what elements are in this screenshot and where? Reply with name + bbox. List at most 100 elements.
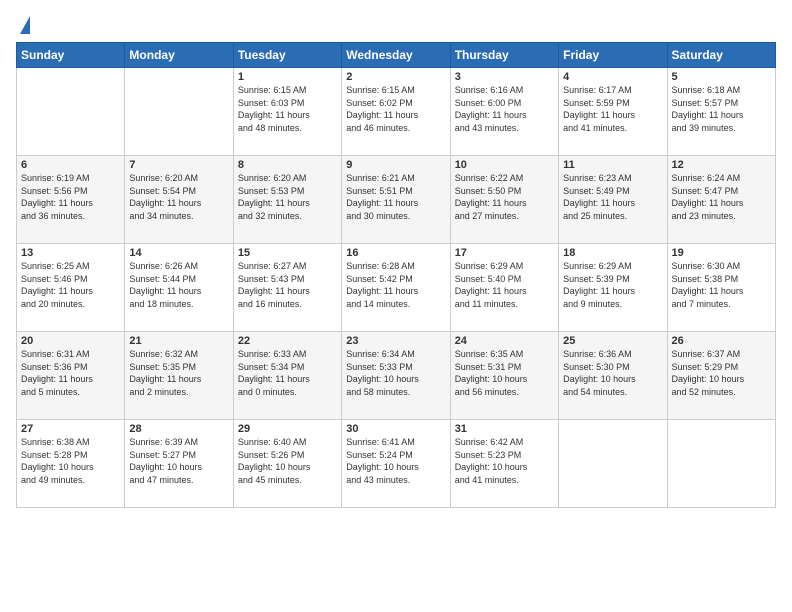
day-cell (667, 420, 775, 508)
day-cell (17, 68, 125, 156)
day-number: 21 (129, 335, 228, 347)
day-cell: 24Sunrise: 6:35 AM Sunset: 5:31 PM Dayli… (450, 332, 558, 420)
day-info: Sunrise: 6:18 AM Sunset: 5:57 PM Dayligh… (672, 84, 771, 134)
day-cell: 6Sunrise: 6:19 AM Sunset: 5:56 PM Daylig… (17, 156, 125, 244)
day-number: 7 (129, 159, 228, 171)
day-info: Sunrise: 6:29 AM Sunset: 5:40 PM Dayligh… (455, 260, 554, 310)
day-info: Sunrise: 6:34 AM Sunset: 5:33 PM Dayligh… (346, 348, 445, 398)
day-number: 5 (672, 71, 771, 83)
day-number: 30 (346, 423, 445, 435)
day-cell: 15Sunrise: 6:27 AM Sunset: 5:43 PM Dayli… (233, 244, 341, 332)
day-cell: 8Sunrise: 6:20 AM Sunset: 5:53 PM Daylig… (233, 156, 341, 244)
day-cell: 27Sunrise: 6:38 AM Sunset: 5:28 PM Dayli… (17, 420, 125, 508)
logo-area (16, 16, 30, 34)
day-cell: 9Sunrise: 6:21 AM Sunset: 5:51 PM Daylig… (342, 156, 450, 244)
day-cell: 14Sunrise: 6:26 AM Sunset: 5:44 PM Dayli… (125, 244, 233, 332)
day-number: 10 (455, 159, 554, 171)
day-number: 12 (672, 159, 771, 171)
day-number: 25 (563, 335, 662, 347)
day-number: 6 (21, 159, 120, 171)
day-info: Sunrise: 6:15 AM Sunset: 6:02 PM Dayligh… (346, 84, 445, 134)
day-info: Sunrise: 6:16 AM Sunset: 6:00 PM Dayligh… (455, 84, 554, 134)
day-info: Sunrise: 6:35 AM Sunset: 5:31 PM Dayligh… (455, 348, 554, 398)
day-cell: 31Sunrise: 6:42 AM Sunset: 5:23 PM Dayli… (450, 420, 558, 508)
day-info: Sunrise: 6:32 AM Sunset: 5:35 PM Dayligh… (129, 348, 228, 398)
day-info: Sunrise: 6:31 AM Sunset: 5:36 PM Dayligh… (21, 348, 120, 398)
day-number: 27 (21, 423, 120, 435)
day-info: Sunrise: 6:22 AM Sunset: 5:50 PM Dayligh… (455, 172, 554, 222)
day-info: Sunrise: 6:27 AM Sunset: 5:43 PM Dayligh… (238, 260, 337, 310)
day-number: 23 (346, 335, 445, 347)
day-header-tuesday: Tuesday (233, 43, 341, 68)
day-cell: 21Sunrise: 6:32 AM Sunset: 5:35 PM Dayli… (125, 332, 233, 420)
day-info: Sunrise: 6:39 AM Sunset: 5:27 PM Dayligh… (129, 436, 228, 486)
logo (16, 16, 30, 34)
day-cell: 22Sunrise: 6:33 AM Sunset: 5:34 PM Dayli… (233, 332, 341, 420)
day-number: 14 (129, 247, 228, 259)
day-number: 19 (672, 247, 771, 259)
day-cell: 1Sunrise: 6:15 AM Sunset: 6:03 PM Daylig… (233, 68, 341, 156)
day-header-monday: Monday (125, 43, 233, 68)
day-info: Sunrise: 6:41 AM Sunset: 5:24 PM Dayligh… (346, 436, 445, 486)
day-cell: 11Sunrise: 6:23 AM Sunset: 5:49 PM Dayli… (559, 156, 667, 244)
page: SundayMondayTuesdayWednesdayThursdayFrid… (0, 0, 792, 612)
day-number: 18 (563, 247, 662, 259)
day-cell: 25Sunrise: 6:36 AM Sunset: 5:30 PM Dayli… (559, 332, 667, 420)
day-cell: 26Sunrise: 6:37 AM Sunset: 5:29 PM Dayli… (667, 332, 775, 420)
day-number: 9 (346, 159, 445, 171)
day-header-friday: Friday (559, 43, 667, 68)
day-number: 15 (238, 247, 337, 259)
day-number: 8 (238, 159, 337, 171)
day-cell (559, 420, 667, 508)
week-row-0: 1Sunrise: 6:15 AM Sunset: 6:03 PM Daylig… (17, 68, 776, 156)
day-info: Sunrise: 6:23 AM Sunset: 5:49 PM Dayligh… (563, 172, 662, 222)
day-info: Sunrise: 6:21 AM Sunset: 5:51 PM Dayligh… (346, 172, 445, 222)
day-info: Sunrise: 6:20 AM Sunset: 5:54 PM Dayligh… (129, 172, 228, 222)
day-number: 31 (455, 423, 554, 435)
day-number: 4 (563, 71, 662, 83)
day-info: Sunrise: 6:15 AM Sunset: 6:03 PM Dayligh… (238, 84, 337, 134)
day-number: 24 (455, 335, 554, 347)
calendar-table: SundayMondayTuesdayWednesdayThursdayFrid… (16, 42, 776, 508)
day-cell (125, 68, 233, 156)
day-number: 13 (21, 247, 120, 259)
day-cell: 5Sunrise: 6:18 AM Sunset: 5:57 PM Daylig… (667, 68, 775, 156)
header (16, 16, 776, 34)
day-info: Sunrise: 6:29 AM Sunset: 5:39 PM Dayligh… (563, 260, 662, 310)
day-info: Sunrise: 6:19 AM Sunset: 5:56 PM Dayligh… (21, 172, 120, 222)
day-number: 22 (238, 335, 337, 347)
day-cell: 19Sunrise: 6:30 AM Sunset: 5:38 PM Dayli… (667, 244, 775, 332)
day-cell: 12Sunrise: 6:24 AM Sunset: 5:47 PM Dayli… (667, 156, 775, 244)
day-info: Sunrise: 6:24 AM Sunset: 5:47 PM Dayligh… (672, 172, 771, 222)
day-header-sunday: Sunday (17, 43, 125, 68)
week-row-4: 27Sunrise: 6:38 AM Sunset: 5:28 PM Dayli… (17, 420, 776, 508)
day-info: Sunrise: 6:25 AM Sunset: 5:46 PM Dayligh… (21, 260, 120, 310)
day-info: Sunrise: 6:36 AM Sunset: 5:30 PM Dayligh… (563, 348, 662, 398)
day-info: Sunrise: 6:33 AM Sunset: 5:34 PM Dayligh… (238, 348, 337, 398)
day-cell: 16Sunrise: 6:28 AM Sunset: 5:42 PM Dayli… (342, 244, 450, 332)
week-row-1: 6Sunrise: 6:19 AM Sunset: 5:56 PM Daylig… (17, 156, 776, 244)
logo-triangle-icon (20, 16, 30, 34)
day-cell: 20Sunrise: 6:31 AM Sunset: 5:36 PM Dayli… (17, 332, 125, 420)
day-cell: 23Sunrise: 6:34 AM Sunset: 5:33 PM Dayli… (342, 332, 450, 420)
day-number: 28 (129, 423, 228, 435)
day-number: 3 (455, 71, 554, 83)
day-info: Sunrise: 6:38 AM Sunset: 5:28 PM Dayligh… (21, 436, 120, 486)
day-number: 2 (346, 71, 445, 83)
day-cell: 3Sunrise: 6:16 AM Sunset: 6:00 PM Daylig… (450, 68, 558, 156)
day-cell: 17Sunrise: 6:29 AM Sunset: 5:40 PM Dayli… (450, 244, 558, 332)
day-number: 17 (455, 247, 554, 259)
day-number: 29 (238, 423, 337, 435)
week-row-3: 20Sunrise: 6:31 AM Sunset: 5:36 PM Dayli… (17, 332, 776, 420)
day-cell: 10Sunrise: 6:22 AM Sunset: 5:50 PM Dayli… (450, 156, 558, 244)
week-row-2: 13Sunrise: 6:25 AM Sunset: 5:46 PM Dayli… (17, 244, 776, 332)
day-cell: 29Sunrise: 6:40 AM Sunset: 5:26 PM Dayli… (233, 420, 341, 508)
day-info: Sunrise: 6:30 AM Sunset: 5:38 PM Dayligh… (672, 260, 771, 310)
day-number: 1 (238, 71, 337, 83)
day-number: 16 (346, 247, 445, 259)
day-number: 26 (672, 335, 771, 347)
day-header-saturday: Saturday (667, 43, 775, 68)
day-info: Sunrise: 6:40 AM Sunset: 5:26 PM Dayligh… (238, 436, 337, 486)
day-number: 20 (21, 335, 120, 347)
day-cell: 2Sunrise: 6:15 AM Sunset: 6:02 PM Daylig… (342, 68, 450, 156)
